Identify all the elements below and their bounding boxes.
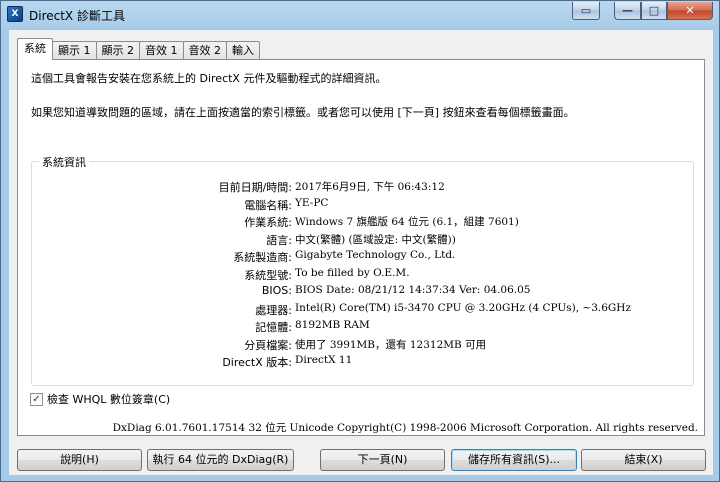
minimize-icon: — [622, 4, 633, 17]
info-row-language: 語言: 中文(繁體) (區域設定: 中文(繁體)) [32, 232, 692, 249]
info-row-computer-name: 電腦名稱: YE-PC [32, 197, 692, 214]
info-label: 記憶體: [255, 321, 292, 334]
window-title: DirectX 診斷工具 [29, 9, 125, 23]
tab-sound-1[interactable]: 音效 1 [139, 41, 184, 60]
info-value: 中文(繁體) (區域設定: 中文(繁體)) [295, 233, 456, 246]
info-row-bios: BIOS: BIOS Date: 08/21/12 14:37:34 Ver: … [32, 284, 692, 301]
info-label: 系統製造商: [233, 251, 292, 264]
tab-display-1[interactable]: 顯示 1 [52, 41, 97, 60]
system-info-group: 系統資訊 目前日期/時間: 2017年6月9日, 下午 06:43:12 電腦名… [31, 154, 694, 386]
info-value: 8192MB RAM [295, 319, 370, 331]
close-icon: ✕ [685, 4, 695, 17]
tab-display-2[interactable]: 顯示 2 [95, 41, 140, 60]
save-all-info-button[interactable]: 儲存所有資訊(S)... [451, 449, 577, 471]
info-label: 語言: [266, 233, 292, 247]
whql-checkbox[interactable]: ✓ [30, 392, 43, 406]
info-value: YE-PC [295, 196, 329, 209]
extra-window-button[interactable]: ▭ [572, 2, 600, 20]
run-64bit-dxdiag-button[interactable]: 執行 64 位元的 DxDiag(R) [147, 449, 294, 471]
info-label: 分頁檔案: [244, 338, 292, 352]
group-title: 系統資訊 [39, 154, 89, 170]
dxdiag-window: X DirectX 診斷工具 ▭ — □ ✕ 系統 顯示 1 顯示 2 音效 1… [0, 0, 720, 482]
minimize-button[interactable]: — [614, 2, 641, 20]
info-value: 使用了 3991MB，還有 12312MB 可用 [295, 338, 487, 351]
info-row-processor: 處理器: Intel(R) Core(TM) i5-3470 CPU @ 3.2… [32, 302, 692, 319]
info-value: BIOS Date: 08/21/12 14:37:34 Ver: 04.06.… [295, 284, 531, 296]
info-row-model: 系統型號: To be filled by O.E.M. [32, 267, 692, 284]
exit-button[interactable]: 結束(X) [581, 449, 706, 471]
info-value: Intel(R) Core(TM) i5-3470 CPU @ 3.20GHz … [295, 301, 631, 314]
whql-checkbox-label[interactable]: 檢查 WHQL 數位簽章(C) [47, 391, 170, 407]
info-value: DirectX 11 [295, 354, 353, 366]
info-label: BIOS: [261, 284, 292, 297]
tab-system[interactable]: 系統 [17, 38, 53, 60]
directx-icon: X [7, 6, 23, 22]
info-row-directx-version: DirectX 版本: DirectX 11 [32, 354, 692, 371]
tab-sound-2[interactable]: 音效 2 [182, 41, 227, 60]
maximize-icon: □ [648, 4, 660, 17]
info-label: 電腦名稱: [244, 198, 292, 212]
whql-check-row[interactable]: ✓ 檢查 WHQL 數位簽章(C) [30, 391, 170, 407]
info-value: Gigabyte Technology Co., Ltd. [295, 249, 456, 261]
info-label: 處理器: [255, 303, 292, 317]
info-label: 目前日期/時間: [218, 181, 292, 194]
client-area: 系統 顯示 1 顯示 2 音效 1 音效 2 輸入 這個工具會報告安裝在您系統上… [9, 30, 713, 475]
tab-input[interactable]: 輸入 [226, 41, 260, 60]
system-tab-panel: 這個工具會報告安裝在您系統上的 DirectX 元件及驅動程式的詳細資訊。 如果… [17, 59, 705, 436]
info-label: 系統型號: [244, 268, 292, 282]
tab-strip: 系統 顯示 1 顯示 2 音效 1 音效 2 輸入 [17, 38, 260, 60]
info-label: 作業系統: [244, 216, 292, 229]
info-row-memory: 記憶體: 8192MB RAM [32, 319, 692, 336]
info-row-manufacturer: 系統製造商: Gigabyte Technology Co., Ltd. [32, 249, 692, 266]
maximize-button[interactable]: □ [641, 2, 667, 20]
intro-text: 這個工具會報告安裝在您系統上的 DirectX 元件及驅動程式的詳細資訊。 [31, 72, 387, 85]
close-button[interactable]: ✕ [667, 2, 713, 20]
restore-icon: ▭ [580, 4, 592, 17]
info-value: 2017年6月9日, 下午 06:43:12 [295, 181, 445, 193]
copyright-text: DxDiag 6.01.7601.17514 32 位元 Unicode Cop… [112, 422, 698, 434]
info-value: Windows 7 旗艦版 64 位元 (6.1，組建 7601) [295, 216, 519, 228]
info-label: DirectX 版本: [222, 356, 292, 369]
next-page-button[interactable]: 下一頁(N) [320, 449, 445, 471]
title-bar[interactable]: X DirectX 診斷工具 ▭ — □ ✕ [1, 1, 719, 29]
info-row-os: 作業系統: Windows 7 旗艦版 64 位元 (6.1，組建 7601) [32, 214, 692, 231]
info-value: To be filled by O.E.M. [295, 266, 410, 279]
info-row-page-file: 分頁檔案: 使用了 3991MB，還有 12312MB 可用 [32, 337, 692, 354]
help-button[interactable]: 說明(H) [17, 449, 142, 471]
info-row-datetime: 目前日期/時間: 2017年6月9日, 下午 06:43:12 [32, 179, 692, 196]
intro-hint-text: 如果您知道導致問題的區域，請在上面按適當的索引標籤。或者您可以使用 [下一頁] … [31, 106, 575, 119]
